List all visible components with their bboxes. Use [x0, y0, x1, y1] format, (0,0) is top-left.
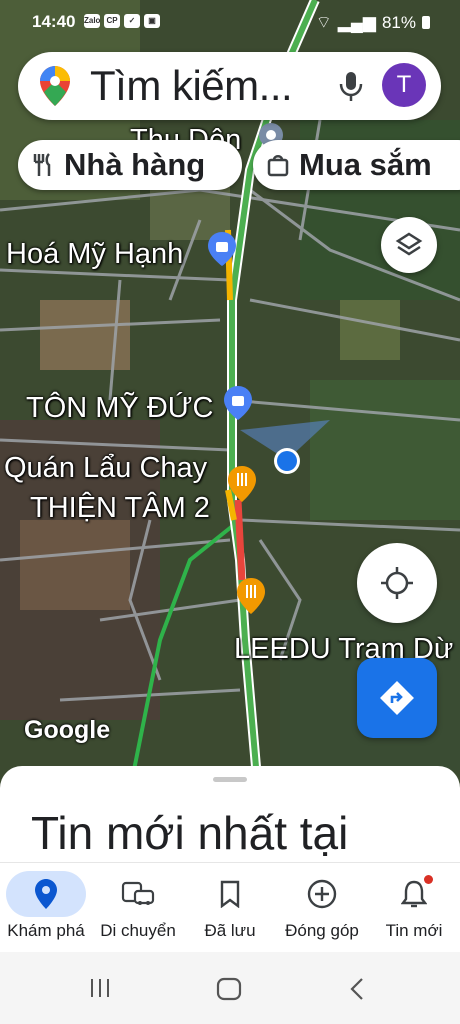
nav-saved[interactable]: Đã lưu: [184, 863, 276, 953]
notification-dot: [424, 875, 433, 884]
nav-icon-container: [98, 871, 178, 917]
home-icon[interactable]: [216, 977, 242, 1001]
nav-label: Đã lưu: [204, 921, 256, 940]
nav-label: Khám phá: [7, 921, 85, 940]
explore-pin-icon: [35, 879, 57, 909]
bottom-navigation: Khám phá Di chuyển Đã lưu Đóng góp Tin m…: [0, 862, 460, 953]
nav-label: Đóng góp: [285, 921, 359, 940]
nav-updates[interactable]: Tin mới: [368, 863, 460, 953]
shopping-pin-icon[interactable]: [208, 232, 236, 266]
google-attribution: Google: [24, 716, 111, 744]
map-label-hoa-my-hanh[interactable]: Hoá Mỹ Hạnh: [6, 238, 183, 271]
nav-explore[interactable]: Khám phá: [0, 863, 92, 953]
shopping-pin-icon[interactable]: [224, 386, 252, 420]
wifi-icon: ⌔: [315, 13, 332, 32]
crosshair-icon: [381, 567, 413, 599]
recent-apps-icon[interactable]: [88, 977, 112, 999]
status-time: 14:40: [32, 12, 76, 31]
restaurant-pin-icon[interactable]: [228, 466, 256, 502]
restaurant-icon: [32, 153, 54, 177]
avatar[interactable]: T: [382, 63, 426, 107]
chip-shopping[interactable]: Mua sắm: [253, 140, 460, 190]
layers-icon: [395, 232, 423, 256]
directions-icon: [380, 681, 414, 715]
battery-percent: 81%: [381, 12, 416, 32]
system-navigation-bar: [0, 952, 460, 1024]
directions-button[interactable]: [357, 658, 437, 738]
nav-label: Tin mới: [385, 921, 443, 940]
restaurant-pin-icon[interactable]: [237, 578, 265, 614]
mic-icon[interactable]: [338, 70, 364, 102]
notification-icons: Zalo CP ✓ ▣: [84, 14, 160, 28]
gallery-icon: ▣: [144, 14, 160, 28]
map-label-quan-lau-chay[interactable]: Quán Lẩu Chay: [4, 452, 207, 485]
nav-label: Di chuyển: [100, 921, 176, 940]
add-circle-icon: [307, 879, 337, 909]
nav-commute[interactable]: Di chuyển: [92, 863, 184, 953]
maps-logo-icon: [40, 66, 70, 106]
nav-icon-container: [6, 871, 86, 917]
check-icon: ✓: [124, 14, 140, 28]
chip-label: Nhà hàng: [64, 147, 206, 182]
back-icon[interactable]: [348, 977, 366, 1001]
zalo-icon: Zalo: [84, 14, 100, 28]
signal-icon: ▂▄▆: [337, 12, 376, 32]
nav-icon-container: [282, 871, 362, 917]
commute-icon: [121, 881, 155, 905]
search-placeholder[interactable]: Tìm kiếm...: [90, 62, 293, 110]
status-right: ⌔ ▂▄▆ 81%: [316, 12, 430, 33]
chip-restaurants[interactable]: Nhà hàng: [18, 140, 242, 190]
map-label-thien-tam[interactable]: THIỆN TÂM 2: [30, 492, 210, 525]
chip-label: Mua sắm: [299, 147, 432, 182]
my-location-button[interactable]: [357, 543, 437, 623]
sheet-drag-handle[interactable]: [213, 777, 247, 782]
bell-icon: [401, 880, 427, 908]
my-location-dot: [274, 448, 300, 474]
nav-icon-container: [190, 871, 270, 917]
layers-button[interactable]: [381, 217, 437, 273]
bookmark-icon: [220, 880, 240, 908]
shopping-bag-icon: [267, 153, 289, 177]
map-label-ton-my-duc[interactable]: TÔN MỸ ĐỨC: [26, 392, 213, 425]
status-bar: 14:40 Zalo CP ✓ ▣ ⌔ ▂▄▆ 81%: [0, 0, 460, 44]
search-bar[interactable]: Tìm kiếm... T: [18, 52, 441, 120]
app-notification-icon: CP: [104, 14, 120, 28]
nav-icon-container: [374, 871, 454, 917]
battery-icon: [422, 16, 430, 29]
sheet-title: Tin mới nhất tại: [31, 807, 349, 859]
nav-contribute[interactable]: Đóng góp: [276, 863, 368, 953]
